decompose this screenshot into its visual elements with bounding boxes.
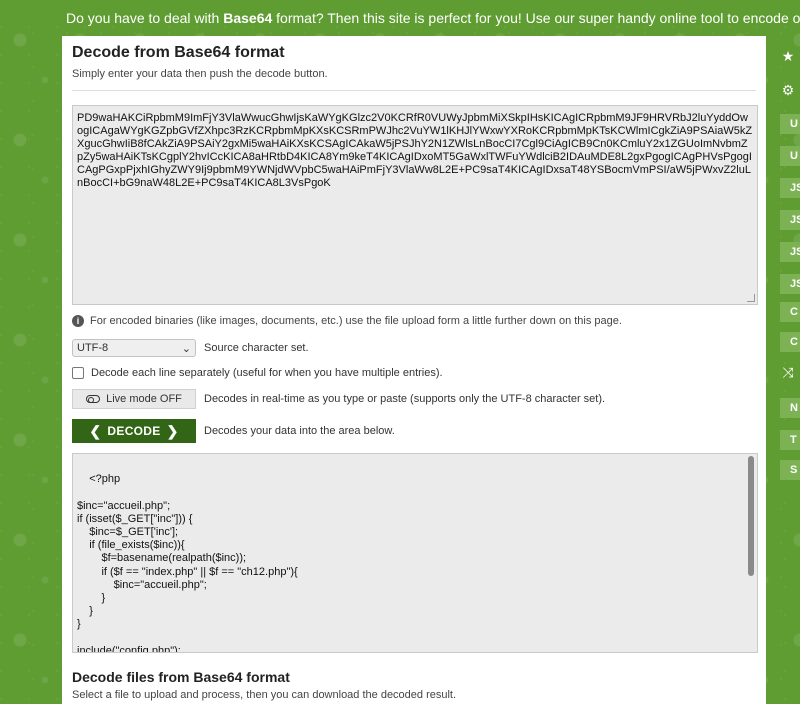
output-scrollbar[interactable]: [748, 456, 754, 576]
decoded-output-text: <?php $inc="accueil.php"; if (isset($_GE…: [77, 473, 298, 653]
charset-row: UTF-8 ⌄ Source character set.: [72, 339, 756, 357]
charset-label: Source character set.: [204, 342, 309, 354]
sidebar-item-8[interactable]: N: [780, 398, 800, 418]
decode-description: Decodes your data into the area below.: [204, 425, 395, 437]
each-line-label: Decode each line separately (useful for …: [91, 367, 443, 379]
sidebar-item-10[interactable]: S: [780, 460, 800, 480]
resize-handle[interactable]: [747, 294, 755, 302]
gear-icon[interactable]: ⚙: [780, 82, 796, 98]
sidebar-item-2[interactable]: JS: [780, 178, 800, 198]
chevron-left-icon: ❮: [89, 422, 102, 439]
banner-format: Base64: [223, 10, 273, 26]
main-panel: Decode from Base64 format Simply enter y…: [62, 36, 766, 704]
shuffle-icon[interactable]: ⤨: [780, 364, 796, 380]
decode-row: ❮ DECODE ❯ Decodes your data into the ar…: [72, 419, 756, 443]
chevron-right-icon: ❯: [166, 422, 179, 439]
live-mode-row: Live mode OFF Decodes in real-time as yo…: [72, 389, 756, 409]
page-subtitle: Simply enter your data then push the dec…: [72, 68, 328, 80]
toggle-icon: [86, 395, 101, 403]
banner-middle: format? Then this site is perfect for yo…: [272, 10, 800, 26]
info-line: i For encoded binaries (like images, doc…: [72, 315, 756, 327]
divider: [72, 90, 756, 91]
charset-value: UTF-8: [77, 342, 109, 354]
sidebar-item-4[interactable]: JS: [780, 242, 800, 262]
info-text: For encoded binaries (like images, docum…: [90, 315, 622, 327]
decode-label: DECODE: [107, 424, 161, 438]
info-icon: i: [72, 315, 84, 327]
banner-prefix: Do you have to deal with: [66, 10, 224, 26]
sidebar-item-1[interactable]: U: [780, 146, 800, 166]
files-section-subtitle: Select a file to upload and process, the…: [72, 689, 457, 701]
page-title: Decode from Base64 format: [72, 44, 285, 61]
sidebar-item-6[interactable]: C: [780, 302, 800, 322]
sidebar-item-5[interactable]: JS: [780, 274, 800, 294]
sidebar-item-0[interactable]: U: [780, 114, 800, 134]
each-line-checkbox[interactable]: [72, 367, 84, 379]
decode-button[interactable]: ❮ DECODE ❯: [72, 419, 196, 443]
sidebar-item-9[interactable]: T: [780, 430, 800, 450]
star-icon[interactable]: ★: [780, 48, 796, 64]
live-mode-button[interactable]: Live mode OFF: [72, 389, 196, 409]
live-mode-description: Decodes in real-time as you type or past…: [204, 393, 606, 405]
live-mode-label: Live mode OFF: [106, 393, 182, 405]
sidebar-item-7[interactable]: C: [780, 332, 800, 352]
sidebar-item-3[interactable]: JS: [780, 210, 800, 230]
decoded-output[interactable]: <?php $inc="accueil.php"; if (isset($_GE…: [72, 453, 758, 653]
chevron-down-icon: ⌄: [181, 342, 191, 355]
sidebar: ★ ⚙ U U JS JS JS JS C C ⤨ N T S: [766, 36, 800, 704]
files-section-title: Decode files from Base64 format: [72, 669, 290, 685]
each-line-row: Decode each line separately (useful for …: [72, 367, 756, 379]
top-banner: Do you have to deal with Base64 format? …: [0, 0, 800, 36]
charset-select[interactable]: UTF-8 ⌄: [72, 339, 196, 357]
base64-input[interactable]: PD9waHAKCiRpbmM9ImFjY3VlaWwucGhwIjsKaWYg…: [72, 105, 758, 305]
base64-input-text: PD9waHAKCiRpbmM9ImFjY3VlaWwucGhwIjsKaWYg…: [77, 112, 753, 189]
